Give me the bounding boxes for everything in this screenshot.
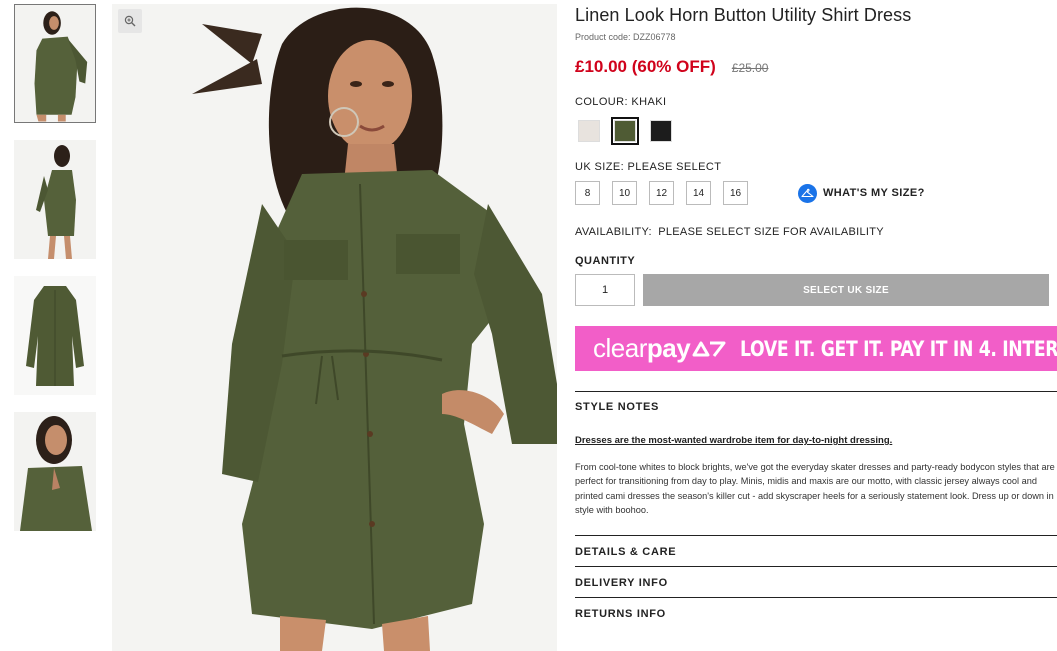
quantity-row: SELECT UK SIZE: [575, 274, 1057, 306]
quantity-input[interactable]: [575, 274, 635, 306]
thumbnail-closeup[interactable]: [14, 412, 96, 531]
colour-label-key: COLOUR:: [575, 96, 628, 108]
clearpay-logo-bold: pay: [646, 333, 691, 363]
thumbnail-closeup-image: [14, 412, 96, 531]
size-8-button[interactable]: 8: [575, 181, 600, 205]
clearpay-tagline: LOVE IT. GET IT. PAY IT IN 4. INTEREST F…: [740, 336, 1057, 361]
size-10-button[interactable]: 10: [612, 181, 637, 205]
product-code: Product code: DZZ06778: [575, 32, 676, 42]
hanger-icon: [798, 183, 817, 203]
availability-value: PLEASE SELECT SIZE FOR AVAILABILITY: [658, 226, 884, 238]
product-info: Linen Look Horn Button Utility Shirt Dre…: [575, 0, 1057, 628]
colour-swatches: [575, 117, 1057, 145]
delivery-info-accordion[interactable]: DELIVERY INFO: [575, 566, 1057, 597]
size-options: 8 10 12 14 16 WHAT'S MY SIZE?: [575, 181, 1057, 205]
colour-label: COLOUR: KHAKI: [575, 96, 1057, 108]
style-notes-heading[interactable]: STYLE NOTES: [575, 401, 1057, 413]
returns-info-label: RETURNS INFO: [575, 608, 666, 621]
size-label: UK SIZE: PLEASE SELECT: [575, 161, 1057, 173]
availability-label: AVAILABILITY:: [575, 226, 652, 238]
clearpay-banner[interactable]: clearpay LOVE IT. GET IT. PAY IT IN 4. I…: [575, 326, 1057, 371]
product-title: Linen Look Horn Button Utility Shirt Dre…: [575, 5, 912, 25]
size-guide-label: WHAT'S MY SIZE?: [823, 187, 925, 199]
swatch-black[interactable]: [647, 117, 675, 145]
size-16-button[interactable]: 16: [723, 181, 748, 205]
thumbnail-flat-image: [14, 276, 96, 395]
style-notes-section: STYLE NOTES: [575, 391, 1057, 413]
swatch-khaki[interactable]: [611, 117, 639, 145]
quantity-label: QUANTITY: [575, 255, 636, 267]
size-label-key: UK SIZE:: [575, 161, 625, 173]
zoom-in-icon: [124, 15, 136, 27]
clearpay-logo: clearpay: [593, 333, 691, 364]
details-care-accordion[interactable]: DETAILS & CARE: [575, 535, 1057, 566]
clearpay-arrows-icon: [692, 339, 726, 359]
thumbnail-flat[interactable]: [14, 276, 96, 395]
original-price: £25.00: [731, 61, 769, 75]
model-photo: [112, 4, 557, 651]
thumbnail-gallery: [14, 4, 96, 548]
returns-info-accordion[interactable]: RETURNS INFO: [575, 597, 1057, 628]
thumbnail-side[interactable]: [14, 140, 96, 259]
details-care-label: DETAILS & CARE: [575, 546, 677, 559]
style-notes-body: From cool-tone whites to block brights, …: [575, 462, 1055, 515]
thumbnail-front-image: [15, 5, 95, 122]
size-12-button[interactable]: 12: [649, 181, 674, 205]
clearpay-logo-light: clear: [593, 333, 647, 363]
delivery-info-label: DELIVERY INFO: [575, 577, 668, 590]
main-product-image[interactable]: [112, 4, 557, 651]
style-notes-lead: Dresses are the most-wanted wardrobe ite…: [575, 435, 893, 446]
thumbnail-front[interactable]: [14, 4, 96, 123]
swatch-stone[interactable]: [575, 117, 603, 145]
size-14-button[interactable]: 14: [686, 181, 711, 205]
availability: AVAILABILITY: PLEASE SELECT SIZE FOR AVA…: [575, 226, 1057, 238]
thumbnail-side-image: [14, 140, 96, 259]
price-row: £10.00 (60% OFF) £25.00: [575, 57, 1057, 77]
select-size-button[interactable]: SELECT UK SIZE: [643, 274, 1049, 306]
colour-label-value: KHAKI: [631, 96, 667, 108]
size-guide-link[interactable]: WHAT'S MY SIZE?: [798, 183, 925, 203]
size-label-value: PLEASE SELECT: [627, 161, 722, 173]
zoom-button[interactable]: [118, 9, 142, 33]
sale-price: £10.00 (60% OFF): [575, 57, 716, 76]
